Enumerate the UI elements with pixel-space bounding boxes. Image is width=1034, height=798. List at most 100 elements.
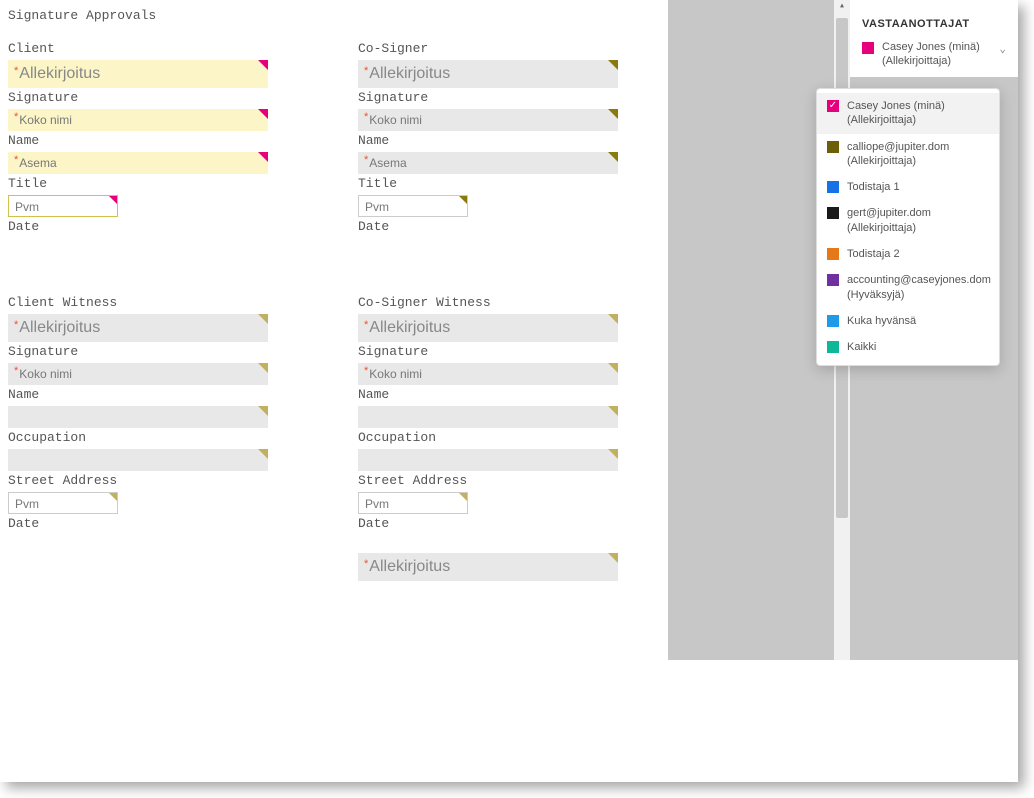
field-label: Koko nimi	[19, 367, 72, 381]
name-caption: Name	[358, 133, 618, 148]
field-label: Allekirjoitus	[369, 319, 450, 336]
field-label: Pvm	[365, 200, 389, 214]
color-swatch	[827, 181, 839, 193]
required-icon: *	[364, 365, 368, 377]
current-recipient-role: (Allekirjoittaja)	[882, 55, 951, 67]
client-date-field[interactable]: Pvm	[8, 195, 118, 217]
dropdown-item-todistaja2[interactable]: Todistaja 2	[817, 241, 999, 267]
cosigner-signature-field[interactable]: *Allekirjoitus	[358, 60, 618, 88]
cosigner-witness-name-field[interactable]: *Koko nimi	[358, 363, 618, 385]
required-icon: *	[364, 319, 368, 331]
dropdown-item-casey-jones[interactable]: Casey Jones (minä) (Allekirjoittaja)	[817, 93, 999, 134]
required-icon: *	[364, 154, 368, 166]
name-caption: Name	[358, 387, 618, 402]
cosigner-header: Co-Signer	[358, 41, 618, 56]
client-witness-occupation-field[interactable]	[8, 449, 268, 471]
required-icon: *	[14, 154, 18, 166]
cosigner-witness-blank-field[interactable]	[358, 406, 618, 428]
client-name-field[interactable]: *Koko nimi	[8, 109, 268, 131]
name-caption: Name	[8, 133, 268, 148]
field-label: Pvm	[365, 497, 389, 511]
date-caption: Date	[358, 516, 618, 531]
dropdown-item-all[interactable]: Kaikki	[817, 334, 999, 360]
occupation-caption: Occupation	[8, 430, 268, 445]
field-label: Allekirjoitus	[19, 65, 100, 82]
dd-name: Casey Jones (minä)	[847, 100, 945, 112]
cosigner-witness-date-field[interactable]: Pvm	[358, 492, 468, 514]
dd-name: Todistaja 1	[847, 181, 900, 193]
cosigner-date-field[interactable]: Pvm	[358, 195, 468, 217]
recipients-dropdown[interactable]: Casey Jones (minä) (Allekirjoittaja) cal…	[816, 88, 1000, 366]
document-canvas: Signature Approvals Client *Allekirjoitu…	[8, 8, 668, 583]
extra-signature-field[interactable]: *Allekirjoitus	[358, 553, 618, 581]
field-label: Koko nimi	[369, 367, 422, 381]
client-witness-date-field[interactable]: Pvm	[8, 492, 118, 514]
signature-caption: Signature	[358, 344, 618, 359]
recipients-header: VASTAANOTTAJAT	[862, 18, 1006, 30]
signature-caption: Signature	[8, 90, 268, 105]
field-label: Allekirjoitus	[369, 558, 450, 575]
title-caption: Title	[8, 176, 268, 191]
current-recipient-name: Casey Jones (minä)	[882, 41, 980, 53]
color-swatch	[827, 207, 839, 219]
current-recipient-selector[interactable]: Casey Jones (minä) (Allekirjoittaja) ⌄	[862, 40, 1006, 69]
required-icon: *	[14, 65, 18, 77]
signature-caption: Signature	[358, 90, 618, 105]
recipient-color-swatch	[862, 42, 874, 54]
required-icon: *	[364, 65, 368, 77]
client-witness-signature-field[interactable]: *Allekirjoitus	[8, 314, 268, 342]
field-label: Asema	[19, 156, 56, 170]
color-swatch	[827, 248, 839, 260]
dropdown-item-gert[interactable]: gert@jupiter.dom (Allekirjoittaja)	[817, 200, 999, 241]
cosigner-witness-occupation-field[interactable]	[358, 449, 618, 471]
field-label: Pvm	[15, 497, 39, 511]
date-caption: Date	[358, 219, 618, 234]
dd-name: Kuka hyvänsä	[847, 315, 916, 327]
color-swatch	[827, 341, 839, 353]
client-witness-blank-field[interactable]	[8, 406, 268, 428]
dd-name: gert@jupiter.dom	[847, 207, 931, 219]
field-label: Allekirjoitus	[19, 319, 100, 336]
required-icon: *	[364, 111, 368, 123]
field-label: Pvm	[15, 200, 39, 214]
required-icon: *	[364, 558, 368, 570]
required-icon: *	[14, 111, 18, 123]
dropdown-item-accounting[interactable]: accounting@caseyjones.dom (Hyväksyjä)	[817, 267, 999, 308]
client-header: Client	[8, 41, 268, 56]
client-witness-name-field[interactable]: *Koko nimi	[8, 363, 268, 385]
client-witness-header: Client Witness	[8, 295, 268, 310]
dropdown-item-anyone[interactable]: Kuka hyvänsä	[817, 308, 999, 334]
date-caption: Date	[8, 219, 268, 234]
field-label: Asema	[369, 156, 406, 170]
dd-name: Kaikki	[847, 341, 876, 353]
dropdown-item-todistaja1[interactable]: Todistaja 1	[817, 174, 999, 200]
color-swatch	[827, 141, 839, 153]
client-signature-field[interactable]: *Allekirjoitus	[8, 60, 268, 88]
occupation-caption: Occupation	[358, 430, 618, 445]
dd-name: calliope@jupiter.dom	[847, 141, 949, 153]
scroll-up-button[interactable]: ▴	[834, 0, 850, 16]
cosigner-name-field[interactable]: *Koko nimi	[358, 109, 618, 131]
required-icon: *	[14, 365, 18, 377]
field-label: Koko nimi	[19, 113, 72, 127]
dd-name: Todistaja 2	[847, 248, 900, 260]
name-caption: Name	[8, 387, 268, 402]
cosigner-witness-signature-field[interactable]: *Allekirjoitus	[358, 314, 618, 342]
dd-role: (Allekirjoittaja)	[847, 154, 949, 168]
dd-role: (Allekirjoittaja)	[847, 221, 931, 235]
cosigner-title-field[interactable]: *Asema	[358, 152, 618, 174]
signature-caption: Signature	[8, 344, 268, 359]
color-swatch	[827, 274, 839, 286]
field-label: Allekirjoitus	[369, 65, 450, 82]
cosigner-witness-column: Co-Signer Witness *Allekirjoitus Signatu…	[358, 293, 618, 583]
date-caption: Date	[8, 516, 268, 531]
check-icon	[827, 100, 839, 112]
cosigner-witness-header: Co-Signer Witness	[358, 295, 618, 310]
current-recipient-text: Casey Jones (minä) (Allekirjoittaja)	[882, 40, 980, 69]
client-title-field[interactable]: *Asema	[8, 152, 268, 174]
recipients-panel: VASTAANOTTAJAT Casey Jones (minä) (Allek…	[850, 0, 1018, 77]
street-caption: Street Address	[358, 473, 618, 488]
street-caption: Street Address	[8, 473, 268, 488]
dropdown-item-calliope[interactable]: calliope@jupiter.dom (Allekirjoittaja)	[817, 134, 999, 175]
dd-role: (Allekirjoittaja)	[847, 113, 945, 127]
